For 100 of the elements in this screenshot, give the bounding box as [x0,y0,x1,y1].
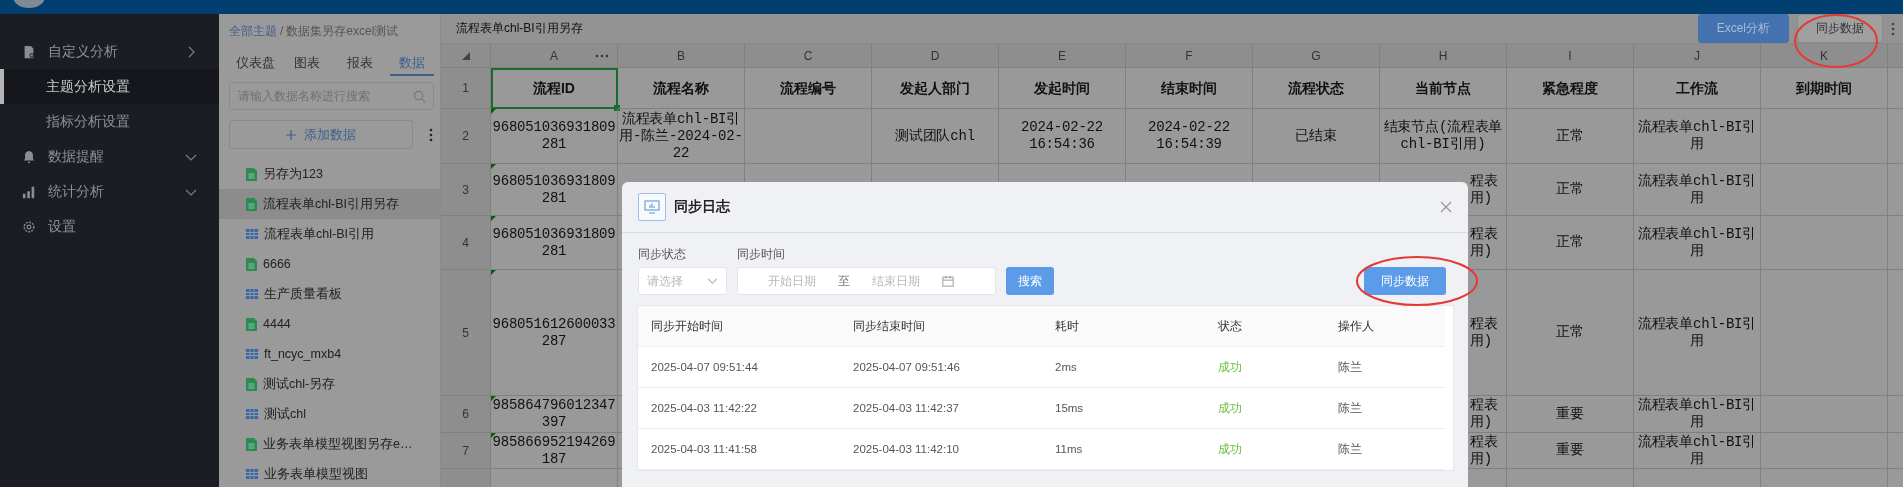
date-range-field[interactable]: 开始日期 至 结束日期 [737,267,996,295]
table-cell: 正常 [1507,270,1634,396]
spreadsheet-icon [246,437,257,451]
select-all-corner[interactable] [441,44,491,68]
add-data-button[interactable]: 添加数据 [229,120,413,149]
more-icon[interactable] [429,127,433,142]
table-cell-text: 2025-04-07 09:51:44 [650,361,759,373]
row-number[interactable]: 4 [441,216,491,270]
table-icon [246,229,258,239]
corner-triangle-icon [461,51,470,60]
tab[interactable]: 报表 [333,54,386,76]
dataset-item[interactable]: 业务表单模型视图另存e… [219,429,440,459]
column-header: 同步开始时间 [650,318,724,334]
table-cell-text: 2025-04-03 11:42:10 [853,443,960,455]
table-cell-text: 2025-04-03 11:42:22 [650,402,758,414]
sync-data-button[interactable]: 同步数据 [1364,267,1446,295]
status-text: 成功 [1218,441,1243,457]
tab[interactable]: 数据 [389,54,434,76]
fill-handle[interactable] [614,105,620,111]
table-cell-text: 11ms [1055,443,1084,455]
column-header[interactable]: E [999,44,1126,68]
table-icon [246,469,258,479]
monitor-chart-icon [638,193,666,221]
dataset-item[interactable]: 流程表单chl-BI引用另存 [219,189,440,219]
table-cell: 结束时间 [1126,68,1253,109]
dataset-item[interactable]: ft_ncyc_mxb4 [219,339,440,369]
nav-subitem[interactable]: 主题分析设置 [0,69,219,104]
nav-item[interactable]: 数据提醒 [0,139,219,174]
close-icon[interactable] [1440,201,1452,213]
table-cell: 流程编号 [745,68,872,109]
dataset-item[interactable]: 流程表单chl-BI引用 [219,219,440,249]
table-cell: 重要 [1507,396,1634,433]
table-cell: 已结束 [1253,109,1380,164]
dataset-item[interactable]: 4444 [219,309,440,339]
status-select[interactable]: 请选择 [638,267,727,295]
column-header[interactable]: D [872,44,999,68]
nav-item[interactable]: 自定义分析 [0,34,219,69]
table-cell-text: 2025-04-03 11:42:37 [853,402,960,414]
row-number[interactable]: 2 [441,109,491,164]
more-icon[interactable] [1891,21,1895,36]
table-cell: 流程名称 [618,68,745,109]
column-header[interactable]: G [1253,44,1380,68]
table-cell: 985864796012347397 [491,396,618,433]
column-header[interactable]: F [1126,44,1253,68]
dataset-item[interactable]: 6666 [219,249,440,279]
row-number[interactable]: 6 [441,396,491,433]
bar-chart-icon [22,184,36,199]
spreadsheet-icon [246,167,257,181]
calendar-icon [942,275,954,287]
table-cell: 发起人部门 [872,68,999,109]
row-number[interactable]: 3 [441,164,491,216]
column-header[interactable]: H [1380,44,1507,68]
more-icon[interactable] [595,54,609,58]
column-header: 状态 [1218,318,1243,334]
column-header[interactable]: J [1634,44,1761,68]
dataset-item[interactable]: 另存为123 [219,159,440,189]
row-number[interactable]: 7 [441,433,491,469]
table-cell: 流程表单chl-BI引用 [1634,164,1761,216]
table-cell: 发起时间 [999,68,1126,109]
nav-item[interactable]: 统计分析 [0,174,219,209]
table-cell: 流程表单chl-BI引用 [1634,433,1761,469]
dataset-item[interactable]: 测试chl-另存 [219,369,440,399]
dataset-item[interactable]: 生产质量看板 [219,279,440,309]
table-icon [246,289,258,299]
table-cell: 流程表单chl-BI引用 [1634,270,1761,396]
table-cell: 正常 [1507,109,1634,164]
plus-icon [286,129,296,140]
document-icon [22,44,36,59]
table-cell: 重要 [1507,433,1634,469]
filter-label: 同步时间 [737,247,786,262]
status-text: 成功 [1218,359,1243,375]
column-header[interactable]: B [618,44,745,68]
table-cell: 测试团队chl [872,109,999,164]
table-icon [246,349,258,359]
table-cell: 968051036931809281 [491,164,618,216]
breadcrumb-link[interactable]: 全部主题 [229,22,277,40]
settings-icon [22,219,36,234]
dataset-item[interactable]: 业务表单模型视图 [219,459,440,487]
table-cell: 正常 [1507,216,1634,270]
status-text: 成功 [1218,400,1243,416]
nav-item[interactable]: 设置 [0,209,219,244]
row-number[interactable]: 1 [441,68,491,109]
column-header: 操作人 [1338,318,1374,334]
table-cell: 流程表单chl-BI引用 [1634,216,1761,270]
column-header[interactable]: A [491,44,618,68]
sync-data-button[interactable]: 同步数据 [1797,14,1883,43]
column-header[interactable]: I [1507,44,1634,68]
column-header[interactable]: K [1761,44,1888,68]
nav-subitem[interactable]: 指标分析设置 [0,104,219,139]
column-header[interactable]: C [745,44,872,68]
search-button[interactable]: 搜索 [1006,267,1054,295]
table-cell: 流程状态 [1253,68,1380,109]
dialog-title: 同步日志 [674,198,731,216]
chevron-icon [707,277,718,285]
row-number[interactable]: 5 [441,270,491,396]
excel-analysis-button[interactable]: Excel分析 [1697,14,1789,43]
dataset-item[interactable]: 测试chl [219,399,440,429]
table-icon [246,409,258,419]
tab[interactable]: 仪表盘 [229,54,282,76]
tab[interactable]: 图表 [281,54,334,76]
